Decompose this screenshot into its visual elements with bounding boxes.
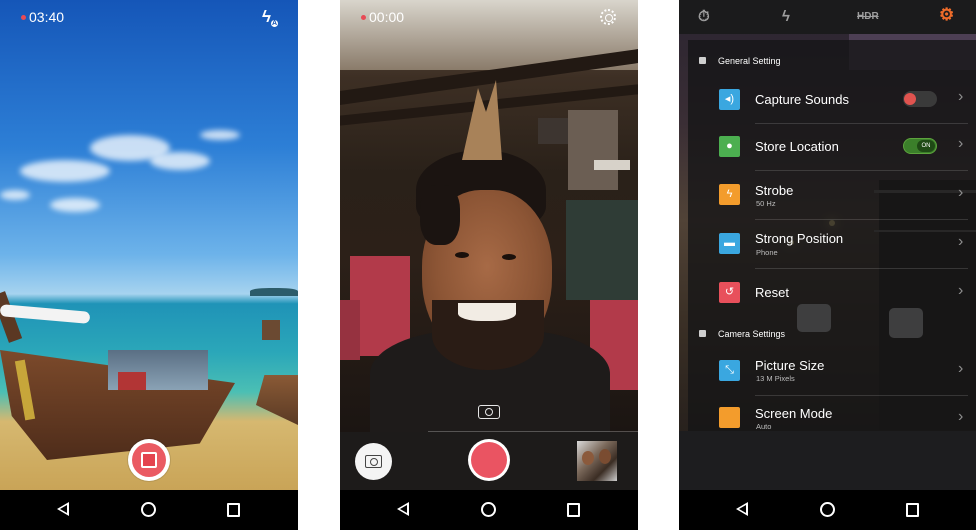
chevron-right-icon: › bbox=[958, 135, 964, 152]
stop-record-button[interactable] bbox=[128, 439, 170, 481]
setting-row-reset[interactable]: ↺ Reset › bbox=[688, 270, 976, 317]
resize-icon: ⤡ bbox=[719, 360, 740, 381]
screen-selfie-camera: 00:00 bbox=[340, 0, 638, 530]
recents-icon[interactable] bbox=[567, 503, 580, 517]
section-title-general: General Setting bbox=[718, 56, 781, 66]
recents-icon[interactable] bbox=[227, 503, 240, 517]
camera-preview-beach bbox=[0, 0, 298, 490]
gear-icon[interactable]: ⚙ bbox=[939, 5, 954, 25]
home-icon[interactable] bbox=[141, 502, 156, 517]
setting-label: Screen Mode bbox=[755, 406, 833, 421]
navigation-bar bbox=[340, 490, 638, 530]
chevron-right-icon: › bbox=[958, 282, 964, 299]
screen-icon bbox=[719, 407, 740, 428]
folder-icon: ▬ bbox=[719, 233, 740, 254]
setting-label: Capture Sounds bbox=[755, 92, 849, 107]
camera-preview-selfie bbox=[340, 0, 638, 432]
back-icon[interactable] bbox=[57, 502, 69, 516]
gallery-thumbnail[interactable] bbox=[577, 441, 617, 481]
bottom-band bbox=[679, 431, 976, 490]
setting-value: Auto bbox=[756, 422, 772, 431]
section-title-camera: Camera Settings bbox=[718, 329, 786, 339]
recording-dot bbox=[361, 15, 366, 20]
screen-video-recording: 03:40 ϟA bbox=[0, 0, 298, 530]
reset-icon: ↺ bbox=[719, 282, 740, 303]
setting-label: Strobe bbox=[755, 183, 794, 198]
camera-switch-icon[interactable] bbox=[478, 402, 500, 420]
settings-tab-bar: ⏱ ϟ HDR ⚙ bbox=[679, 0, 976, 34]
screen-settings: ⏱ ϟ HDR ⚙ General Setting ◂) Capture Sou… bbox=[679, 0, 976, 530]
gear-icon[interactable] bbox=[600, 9, 616, 25]
flash-auto-icon[interactable]: ϟA bbox=[262, 7, 279, 27]
capture-sounds-toggle[interactable] bbox=[903, 91, 937, 107]
speaker-icon: ◂) bbox=[719, 89, 740, 110]
setting-row-strong-position[interactable]: ▬ Strong Position Phone › bbox=[688, 221, 976, 268]
flash-icon: ϟ bbox=[719, 184, 740, 205]
chevron-right-icon: › bbox=[958, 184, 964, 201]
camera-small-icon bbox=[699, 330, 706, 337]
recording-timer: 03:40 bbox=[29, 9, 65, 25]
setting-label: Reset bbox=[755, 285, 789, 300]
setting-row-picture-size[interactable]: ⤡ Picture Size 13 M Pixels › bbox=[688, 348, 976, 395]
timer-icon[interactable]: ⏱ bbox=[698, 8, 710, 25]
back-icon[interactable] bbox=[397, 502, 409, 516]
chevron-right-icon: › bbox=[958, 408, 964, 425]
setting-label: Store Location bbox=[755, 139, 839, 154]
setting-row-store-location[interactable]: ● Store Location ON › bbox=[688, 123, 976, 170]
camera-icon bbox=[365, 455, 382, 468]
location-pin-icon: ● bbox=[719, 136, 740, 157]
home-icon[interactable] bbox=[820, 502, 835, 517]
hdr-off-icon[interactable]: HDR bbox=[857, 11, 879, 22]
setting-value: Phone bbox=[756, 248, 778, 257]
setting-value: 50 Hz bbox=[756, 199, 776, 208]
setting-value: 13 M Pixels bbox=[756, 374, 795, 383]
chevron-right-icon: › bbox=[958, 88, 964, 105]
chevron-right-icon: › bbox=[958, 360, 964, 377]
status-bar: 03:40 ϟA bbox=[0, 0, 298, 32]
setting-label: Strong Position bbox=[755, 231, 844, 246]
home-icon[interactable] bbox=[481, 502, 496, 517]
snapshot-button[interactable] bbox=[355, 443, 392, 480]
chevron-right-icon: › bbox=[958, 233, 964, 250]
setting-row-strobe[interactable]: ϟ Strobe 50 Hz › bbox=[688, 172, 976, 219]
record-button[interactable] bbox=[468, 439, 510, 481]
store-location-toggle[interactable]: ON bbox=[903, 138, 937, 154]
navigation-bar bbox=[679, 490, 976, 530]
navigation-bar bbox=[0, 490, 298, 530]
recording-timer: 00:00 bbox=[369, 9, 405, 25]
flash-auto-icon[interactable]: ϟ bbox=[782, 8, 790, 25]
recents-icon[interactable] bbox=[906, 503, 919, 517]
wrench-icon bbox=[699, 57, 706, 64]
setting-row-capture-sounds[interactable]: ◂) Capture Sounds › bbox=[688, 76, 976, 123]
back-icon[interactable] bbox=[736, 502, 748, 516]
setting-label: Picture Size bbox=[755, 358, 825, 373]
recording-dot bbox=[21, 15, 26, 20]
